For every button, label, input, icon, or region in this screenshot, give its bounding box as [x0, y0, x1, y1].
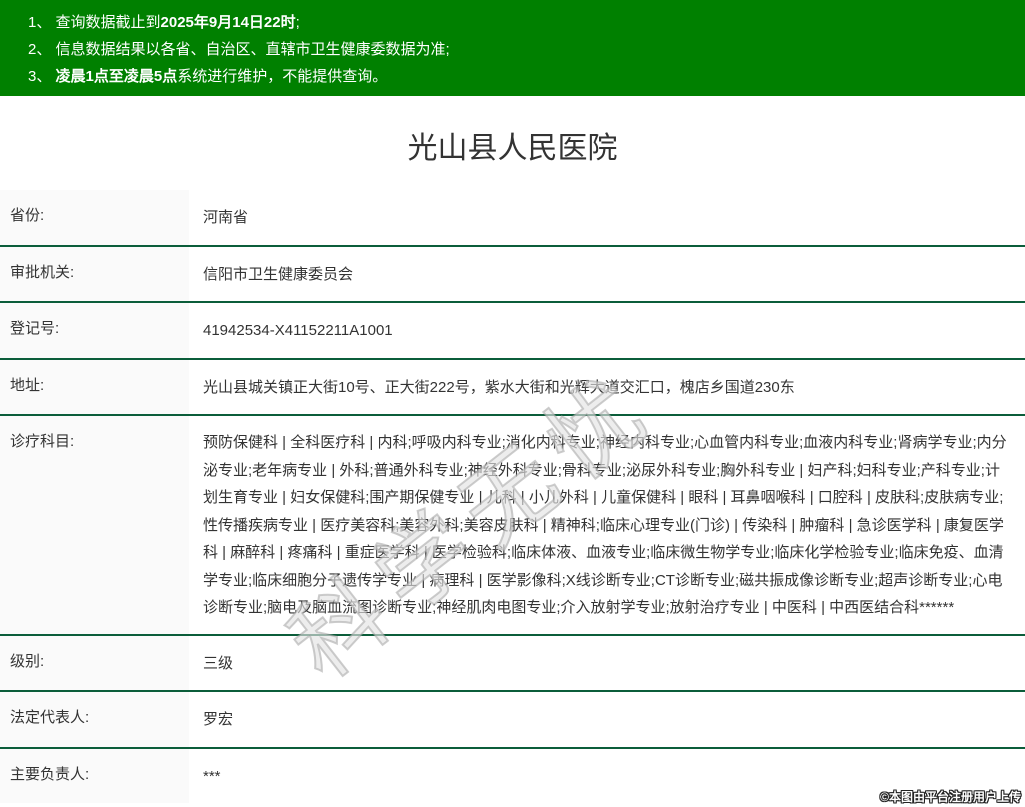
notice-text: 查询数据截止到 — [51, 14, 160, 31]
notice-text: 系统进行维护，不能提供查询。 — [177, 68, 387, 85]
upload-credit-text: ©本图由平台注册用户上传 — [880, 788, 1021, 805]
table-row-medical-subjects: 诊疗科目: 预防保健科 | 全科医疗科 | 内科;呼吸内科专业;消化内科专业;神… — [0, 416, 1025, 636]
notice-text: ; — [296, 14, 300, 31]
page-title: 光山县人民医院 — [0, 126, 1025, 172]
notice-line-2: 2、 信息数据结果以各省、自治区、直辖市卫生健康委数据为准; — [28, 36, 1015, 63]
notice-line-number: 2、 — [28, 41, 51, 58]
row-label: 省份: — [0, 190, 189, 245]
hospital-info-page: 1、 查询数据截止到2025年9月14日22时; 2、 信息数据结果以各省、自治… — [0, 0, 1025, 807]
row-value: 41942534-X41152211A1001 — [189, 303, 1025, 358]
row-value: 三级 — [189, 636, 1025, 691]
notice-line-3: 3、 凌晨1点至凌晨5点系统进行维护，不能提供查询。 — [28, 63, 1015, 90]
table-row-main-person-in-charge: 主要负责人: *** — [0, 749, 1025, 804]
row-label: 登记号: — [0, 303, 189, 358]
row-label: 主要负责人: — [0, 749, 189, 804]
row-value: 光山县城关镇正大街10号、正大街222号，紫水大街和光辉大道交汇口，槐店乡国道2… — [189, 360, 1025, 415]
notice-line-1: 1、 查询数据截止到2025年9月14日22时; — [28, 9, 1015, 36]
notice-text: 信息数据结果以各省、自治区、直辖市卫生健康委数据为准; — [51, 41, 449, 58]
row-label: 诊疗科目: — [0, 416, 189, 634]
notice-text-bold: 2025年9月14日22时 — [161, 14, 296, 31]
row-value: 罗宏 — [189, 692, 1025, 747]
notice-line-number: 1、 — [28, 14, 51, 31]
row-value: 信阳市卫生健康委员会 — [189, 247, 1025, 302]
notice-text-bold: 凌晨1点至凌晨5点 — [56, 68, 178, 85]
row-value: 河南省 — [189, 190, 1025, 245]
row-label: 审批机关: — [0, 247, 189, 302]
table-row-level: 级别: 三级 — [0, 636, 1025, 693]
row-label: 法定代表人: — [0, 692, 189, 747]
notice-bar: 1、 查询数据截止到2025年9月14日22时; 2、 信息数据结果以各省、自治… — [0, 0, 1025, 96]
row-label: 地址: — [0, 360, 189, 415]
row-label: 级别: — [0, 636, 189, 691]
table-row-address: 地址: 光山县城关镇正大街10号、正大街222号，紫水大街和光辉大道交汇口，槐店… — [0, 360, 1025, 417]
table-row-legal-representative: 法定代表人: 罗宏 — [0, 692, 1025, 749]
table-row-approval-authority: 审批机关: 信阳市卫生健康委员会 — [0, 247, 1025, 304]
notice-line-number: 3、 — [28, 68, 51, 85]
row-value: 预防保健科 | 全科医疗科 | 内科;呼吸内科专业;消化内科专业;神经内科专业;… — [189, 416, 1025, 634]
table-row-registration-number: 登记号: 41942534-X41152211A1001 — [0, 303, 1025, 360]
table-row-province: 省份: 河南省 — [0, 190, 1025, 247]
hospital-info-table: 省份: 河南省 审批机关: 信阳市卫生健康委员会 登记号: 41942534-X… — [0, 190, 1025, 803]
